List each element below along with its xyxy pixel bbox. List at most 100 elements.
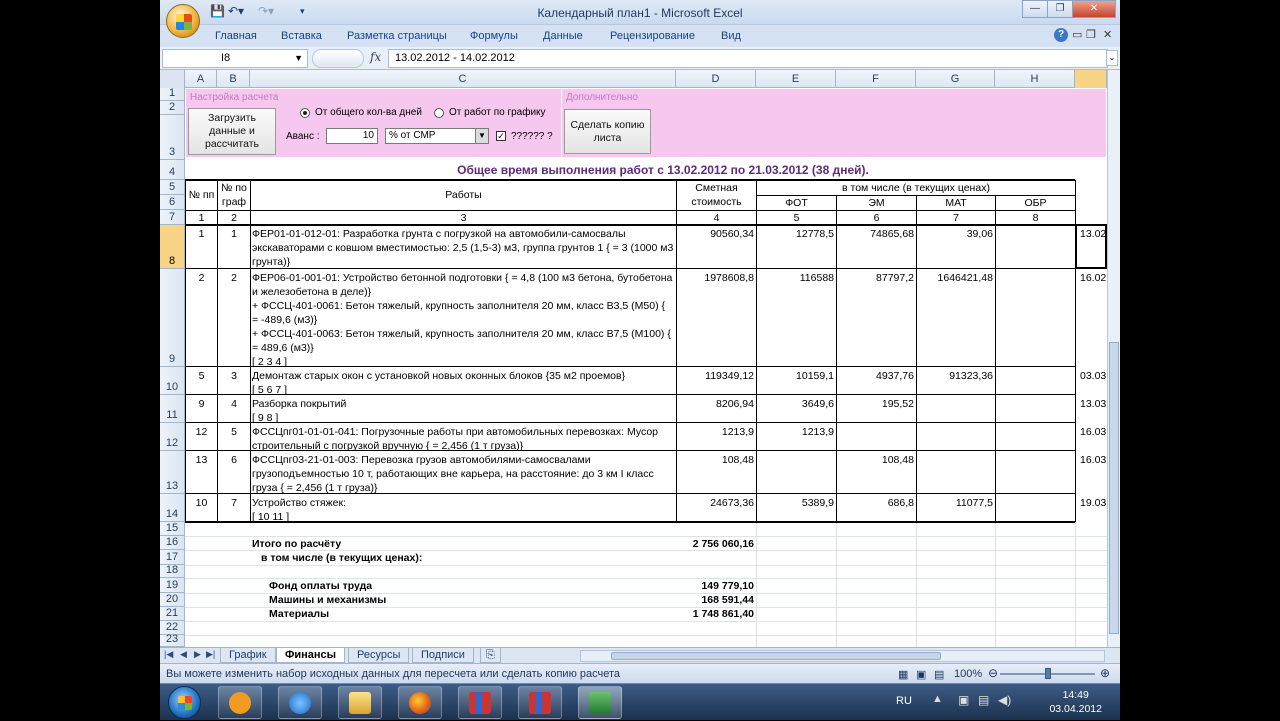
row-header[interactable]: 4: [160, 160, 185, 180]
cell-np[interactable]: 13: [186, 453, 217, 467]
row-header[interactable]: 15: [160, 522, 185, 536]
advance-type-select[interactable]: % от СМР ▼: [385, 128, 489, 144]
row-header[interactable]: 7: [160, 210, 185, 225]
cell-graf[interactable]: 3: [218, 369, 250, 383]
cell-date[interactable]: 13.02: [1080, 227, 1107, 241]
ribbon-close-icon[interactable]: ✕: [1103, 28, 1112, 41]
cell-em[interactable]: 195,52: [837, 397, 914, 411]
cell-fot[interactable]: 1213,9: [757, 425, 834, 439]
cell-graf[interactable]: 4: [218, 397, 250, 411]
row-header[interactable]: 12: [160, 423, 185, 451]
ribbon-restore-icon[interactable]: ❐: [1086, 28, 1096, 41]
restore-icon[interactable]: ❐: [1047, 0, 1073, 18]
tray-arrow-icon[interactable]: ▲: [932, 693, 943, 705]
radio-by-schedule[interactable]: [434, 108, 444, 118]
column-header-e[interactable]: E: [756, 70, 836, 88]
next-sheet-icon[interactable]: ▶: [194, 649, 201, 660]
cell-fot[interactable]: 10159,1: [757, 369, 834, 383]
last-sheet-icon[interactable]: ▶|: [206, 649, 215, 660]
cell-cost[interactable]: 1978608,8: [677, 271, 754, 285]
excel-taskbar-button[interactable]: [578, 686, 622, 719]
first-sheet-icon[interactable]: |◀: [164, 649, 173, 660]
normal-view-icon[interactable]: ▦: [898, 668, 908, 681]
tab-data[interactable]: Данные: [543, 30, 583, 42]
cell-np[interactable]: 10: [186, 496, 217, 510]
close-icon[interactable]: ✕: [1072, 0, 1116, 18]
cell-em[interactable]: 686,8: [837, 496, 914, 510]
column-header-i[interactable]: [1075, 70, 1107, 88]
row-header[interactable]: 5: [160, 180, 185, 195]
formula-input[interactable]: 13.02.2012 - 14.02.2012: [388, 49, 1108, 68]
cell-np[interactable]: 2: [186, 271, 217, 285]
load-and-calculate-button[interactable]: Загрузить данные и рассчитать: [188, 108, 276, 155]
cell-work-description[interactable]: ФССЦпг01-01-01-041: Погрузочные работы п…: [252, 425, 674, 451]
cell-work-description[interactable]: ФЕР01-01-012-01: Разработка грунта с пог…: [252, 227, 674, 269]
row-header[interactable]: 13: [160, 451, 185, 494]
cell-date[interactable]: 16.02: [1080, 271, 1107, 285]
sheet-tab-signatures[interactable]: Подписи: [412, 648, 474, 663]
cell-np[interactable]: 1: [186, 227, 217, 241]
cell-fot[interactable]: 5389,9: [757, 496, 834, 510]
row-header[interactable]: 1: [160, 87, 185, 101]
cell-np[interactable]: 9: [186, 397, 217, 411]
prev-sheet-icon[interactable]: ◀: [180, 649, 187, 660]
sheet-tab-resources[interactable]: Ресурсы: [348, 648, 410, 663]
tab-insert[interactable]: Вставка: [281, 30, 322, 42]
row-header[interactable]: 8: [160, 225, 185, 269]
cell-graf[interactable]: 7: [218, 496, 250, 510]
cell-cost[interactable]: 108,48: [677, 453, 754, 467]
cell-cost[interactable]: 8206,94: [677, 397, 754, 411]
page-layout-view-icon[interactable]: ▣: [916, 668, 926, 681]
horizontal-scrollbar[interactable]: [580, 650, 1105, 662]
internet-explorer-button[interactable]: [278, 686, 322, 719]
cell-cost[interactable]: 24673,36: [677, 496, 754, 510]
row-header[interactable]: 6: [160, 195, 185, 210]
cell-mat[interactable]: 91323,36: [917, 369, 993, 383]
vertical-scroll-thumb[interactable]: [1109, 342, 1119, 634]
row-header[interactable]: 11: [160, 395, 185, 423]
name-box[interactable]: I8 ▼: [162, 49, 308, 68]
radio-total-days[interactable]: [300, 108, 310, 118]
cell-cost[interactable]: 1213,9: [677, 425, 754, 439]
app-button-1[interactable]: [458, 686, 502, 719]
help-icon[interactable]: ?: [1054, 28, 1068, 42]
cell-work-description[interactable]: Разборка покрытий [ 9 8 ]: [252, 397, 674, 423]
explorer-button[interactable]: [338, 686, 382, 719]
worksheet-grid[interactable]: A B C D E F G H 1 2 3 4 5 6 7 8 9 10 11 …: [160, 70, 1107, 647]
horizontal-scroll-thumb[interactable]: [611, 652, 941, 660]
volume-icon[interactable]: ◀): [998, 693, 1011, 707]
tab-view[interactable]: Вид: [721, 30, 741, 42]
cell-date[interactable]: 19.03: [1080, 496, 1107, 510]
row-header[interactable]: 20: [160, 593, 185, 607]
cell-work-description[interactable]: ФССЦпг03-21-01-003: Перевозка грузов авт…: [252, 453, 674, 494]
column-header-g[interactable]: G: [916, 70, 995, 88]
column-header-f[interactable]: F: [836, 70, 916, 88]
insert-sheet-icon[interactable]: ⎘: [480, 648, 501, 663]
cell-fot[interactable]: 116588: [757, 271, 834, 285]
zoom-out-icon[interactable]: ⊖: [988, 666, 998, 680]
copy-sheet-button[interactable]: Сделать копию листа: [564, 109, 651, 154]
row-header[interactable]: 23: [160, 633, 185, 647]
cell-graf[interactable]: 2: [218, 271, 250, 285]
cell-date[interactable]: 03.03: [1080, 369, 1107, 383]
row-header[interactable]: 17: [160, 550, 185, 565]
row-header[interactable]: 19: [160, 578, 185, 593]
expand-formula-icon[interactable]: ⌄: [1106, 50, 1118, 66]
row-header[interactable]: 9: [160, 269, 185, 367]
cell-mat[interactable]: 1646421,48: [917, 271, 993, 285]
row-header[interactable]: 14: [160, 494, 185, 522]
cell-fot[interactable]: 12778,5: [757, 227, 834, 241]
start-button[interactable]: [168, 686, 201, 719]
cell-fot[interactable]: 3649,6: [757, 397, 834, 411]
ribbon-minimize-icon[interactable]: ▭: [1072, 28, 1082, 41]
media-player-button[interactable]: [218, 686, 262, 719]
select-all-corner[interactable]: [160, 70, 185, 88]
column-header-h[interactable]: H: [995, 70, 1075, 88]
row-header[interactable]: 21: [160, 607, 185, 621]
minimize-icon[interactable]: —: [1022, 0, 1048, 18]
cell-em[interactable]: 74865,68: [837, 227, 914, 241]
formula-bar-toggle[interactable]: [312, 49, 364, 68]
chevron-down-icon[interactable]: ▼: [294, 50, 303, 67]
row-header[interactable]: 3: [160, 115, 185, 160]
cell-graf[interactable]: 5: [218, 425, 250, 439]
